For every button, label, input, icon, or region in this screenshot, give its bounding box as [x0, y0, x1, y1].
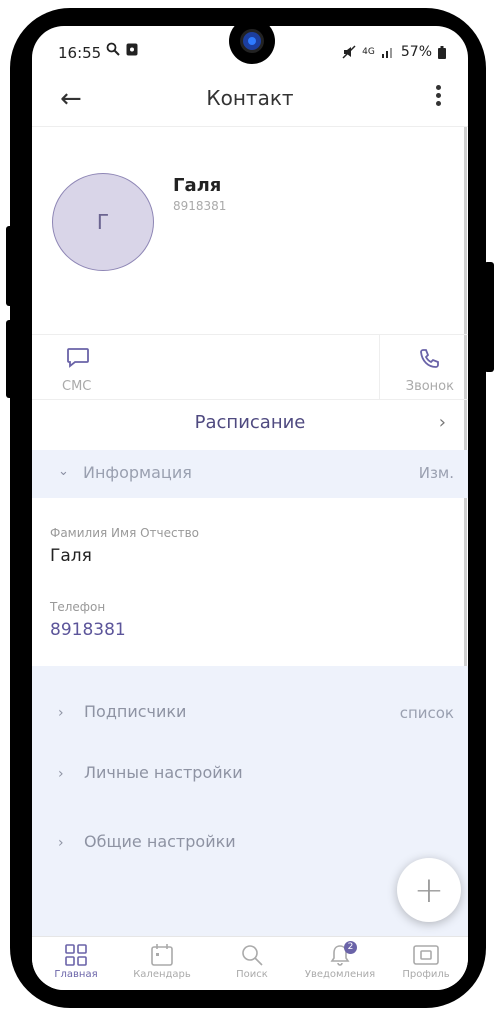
personal-settings-row[interactable]: › Личные настройки	[58, 763, 243, 782]
avatar-initial: Г	[96, 210, 110, 234]
general-settings-label: Общие настройки	[84, 832, 236, 851]
tab-calendar-label: Календарь	[133, 969, 191, 980]
tab-home-label: Главная	[54, 969, 98, 980]
contact-actions: СМС Звонок	[32, 334, 468, 400]
tab-notifications-label: Уведомления	[304, 969, 376, 980]
personal-settings-label: Личные настройки	[84, 763, 243, 782]
sms-label: СМС	[62, 379, 92, 394]
info-section-label: Информация	[83, 463, 192, 482]
status-right-icons: 4G 57%	[342, 44, 446, 60]
contact-profile: Г Галя 8918381	[32, 126, 468, 335]
schedule-label: Расписание	[194, 412, 306, 433]
fio-value: Галя	[50, 546, 92, 566]
chevron-down-icon: ⌄	[58, 464, 69, 479]
profile-icon	[413, 945, 439, 965]
actions-divider	[379, 335, 380, 399]
tab-notifications[interactable]: 2 Уведомления	[300, 941, 380, 980]
tab-profile-label: Профиль	[402, 969, 450, 980]
edit-button[interactable]: Изм.	[419, 464, 454, 482]
notification-badge: 2	[344, 941, 357, 954]
screen: 16:55 4G 57% ← Контакт Г Галя 8918381 СМ…	[32, 26, 468, 990]
signal-icon	[381, 48, 392, 58]
phone-field-value[interactable]: 8918381	[50, 620, 126, 640]
chevron-right-icon: ›	[438, 412, 446, 433]
chevron-right-icon: ›	[58, 766, 64, 782]
contact-phone: 8918381	[173, 199, 227, 213]
tab-calendar[interactable]: Календарь	[122, 941, 202, 980]
side-button-left-bottom	[6, 320, 16, 398]
chevron-right-icon: ›	[58, 705, 64, 721]
phone-field-label: Телефон	[50, 600, 106, 614]
more-menu-icon[interactable]	[436, 82, 442, 109]
fio-label: Фамилия Имя Отчество	[50, 526, 200, 540]
grid-icon	[65, 944, 87, 966]
calendar-icon	[151, 944, 173, 966]
mute-icon	[342, 45, 356, 59]
tab-search[interactable]: Поиск	[212, 941, 292, 980]
subscribers-label: Подписчики	[84, 702, 187, 721]
sms-button[interactable]: СМС	[62, 347, 91, 394]
avatar: Г	[52, 173, 154, 271]
phone-icon	[419, 349, 439, 368]
bottom-nav: Главная Календарь Поиск 2 Уведомления Пр…	[32, 936, 468, 990]
status-time: 16:55	[58, 44, 102, 62]
general-settings-row[interactable]: › Общие настройки	[58, 832, 236, 851]
chat-icon	[67, 348, 89, 368]
network-type: 4G	[362, 47, 375, 57]
page-title: Контакт	[206, 86, 294, 110]
side-button-left-top	[6, 226, 16, 306]
battery-icon	[438, 45, 446, 59]
contact-name: Галя	[173, 175, 222, 196]
call-label: Звонок	[405, 379, 454, 394]
info-section-header[interactable]: ⌄ Информация Изм.	[32, 450, 468, 498]
side-button-right	[484, 262, 494, 372]
add-fab-button[interactable]: +	[397, 858, 461, 922]
search-icon	[242, 945, 263, 966]
tab-home[interactable]: Главная	[36, 941, 116, 980]
tab-search-label: Поиск	[236, 969, 268, 980]
schedule-row[interactable]: Расписание ›	[32, 400, 468, 448]
app-status-icon	[126, 43, 138, 55]
chevron-right-icon: ›	[58, 835, 64, 851]
tab-profile[interactable]: Профиль	[386, 941, 466, 980]
subscribers-list-link[interactable]: список	[400, 704, 454, 722]
subscribers-row[interactable]: › Подписчики	[58, 702, 186, 721]
status-left-icons	[106, 42, 138, 56]
call-button[interactable]: Звонок	[406, 347, 454, 394]
app-header: ← Контакт	[32, 76, 468, 122]
search-status-icon	[106, 42, 120, 56]
battery-percent: 57%	[400, 44, 432, 60]
